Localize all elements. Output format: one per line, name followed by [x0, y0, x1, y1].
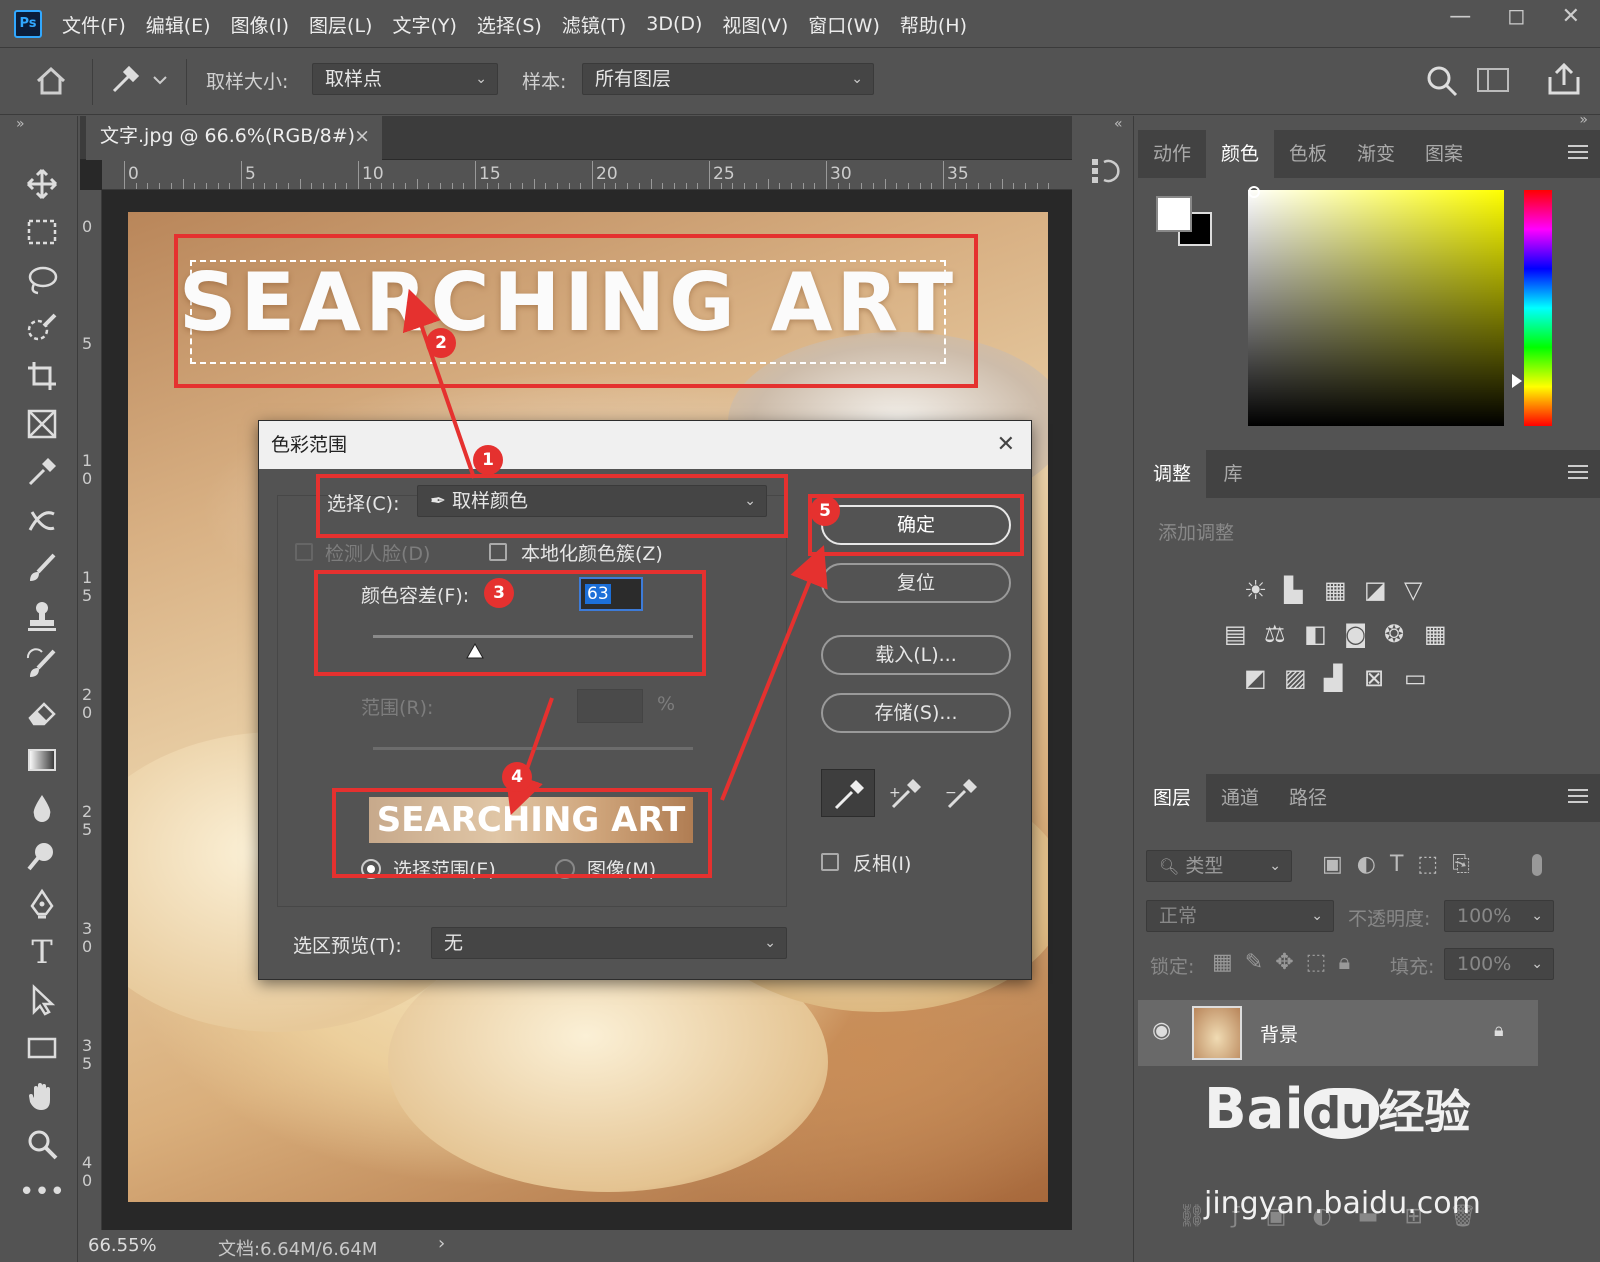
step-badge-3: 3 — [484, 578, 514, 608]
step-badge-1: 1 — [473, 445, 503, 475]
highlight-canvas-text — [174, 234, 978, 388]
highlight-select-dropdown — [316, 474, 788, 538]
annotation-arrows — [402, 288, 828, 816]
highlight-preview — [332, 788, 712, 878]
highlight-ok-button — [808, 494, 1024, 556]
step-badge-4: 4 — [502, 762, 532, 792]
step-badge-2: 2 — [426, 328, 456, 358]
step-badge-5: 5 — [810, 496, 840, 526]
